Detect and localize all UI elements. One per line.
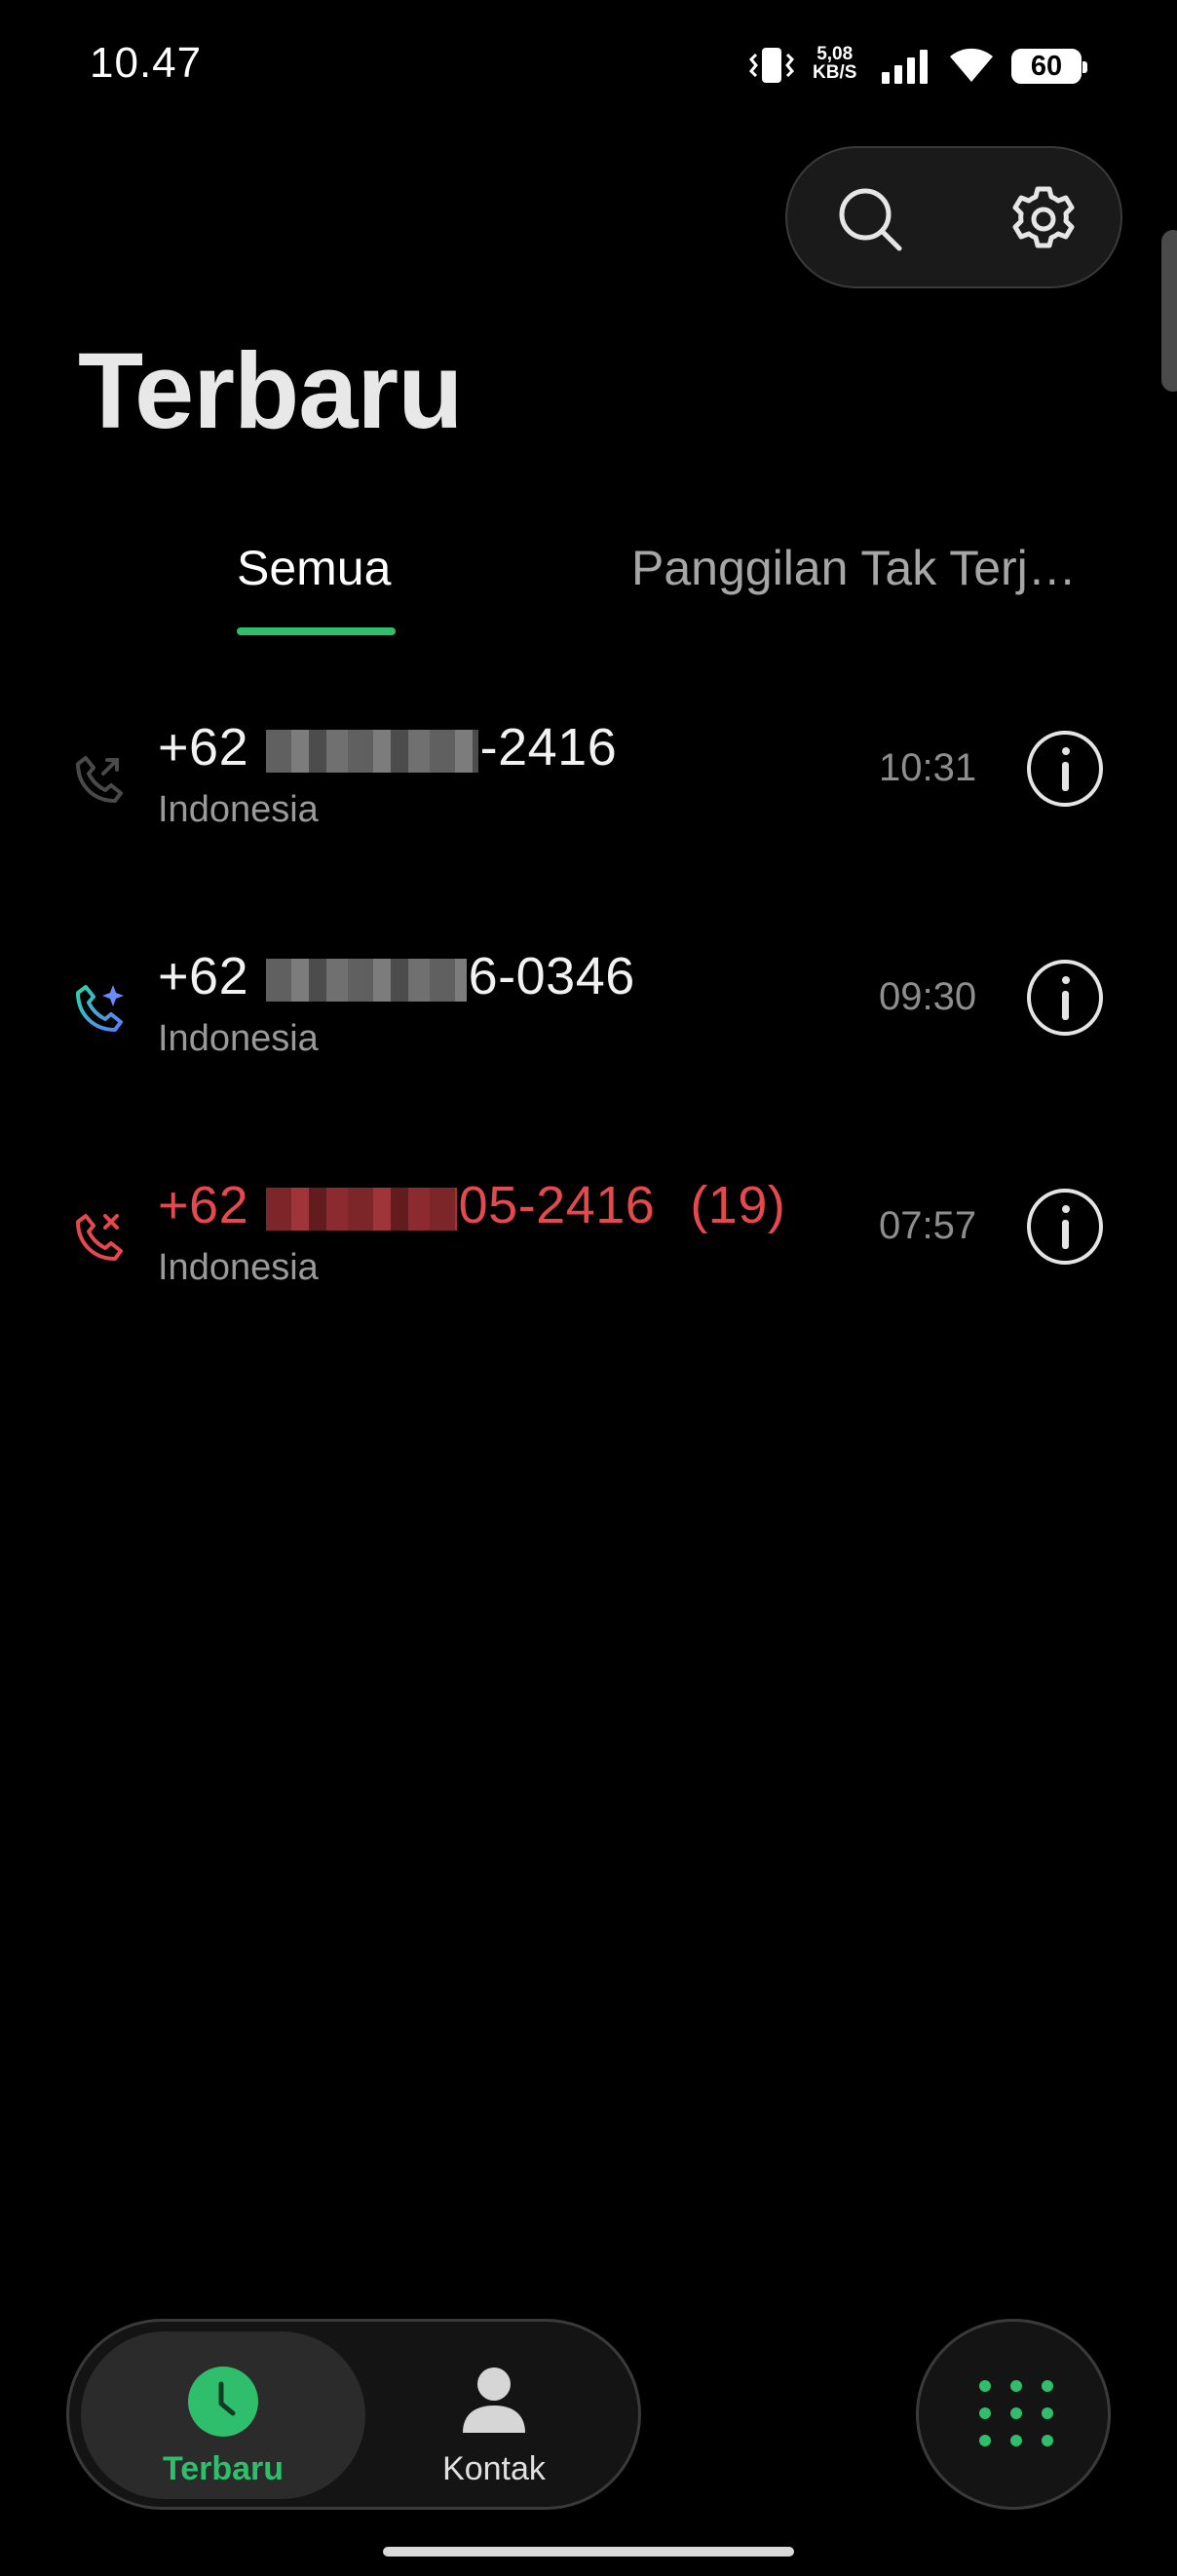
search-button[interactable] <box>826 175 914 263</box>
call-location: Indonesia <box>158 789 319 830</box>
call-location: Indonesia <box>158 1247 319 1288</box>
net-speed: 5,08 KB/S <box>813 44 857 83</box>
person-icon <box>463 2368 525 2433</box>
redacted-digits <box>265 958 467 1002</box>
call-time: 10:31 <box>879 746 977 789</box>
redacted-digits <box>265 1187 457 1231</box>
tab-missed-calls[interactable]: Panggilan Tak Terj… <box>631 540 1077 596</box>
tab-all[interactable]: Semua <box>237 540 391 596</box>
call-location: Indonesia <box>158 1018 319 1059</box>
info-icon <box>1062 976 1070 984</box>
settings-button[interactable] <box>1000 175 1087 263</box>
bottom-navigation: Terbaru Kontak <box>66 2319 641 2510</box>
status-bar: 10.47 5,08 KB/S 60 <box>0 0 1177 132</box>
redacted-digits <box>265 729 478 773</box>
call-time: 07:57 <box>879 1204 977 1247</box>
info-icon <box>1062 747 1070 755</box>
dialpad-button[interactable] <box>916 2319 1111 2510</box>
info-icon <box>1062 1205 1070 1213</box>
call-number: +62 -2416 <box>158 718 618 777</box>
nav-label: Terbaru <box>162 2450 285 2487</box>
dialpad-icon <box>979 2380 1053 2454</box>
battery-icon: 60 <box>1011 49 1087 84</box>
scroll-handle[interactable] <box>1161 230 1177 392</box>
call-info-button[interactable] <box>1027 731 1103 807</box>
call-info-button[interactable] <box>1027 1189 1103 1265</box>
call-info-button[interactable] <box>1027 960 1103 1036</box>
missed-call-icon <box>76 1214 123 1261</box>
active-tab-indicator <box>237 627 396 635</box>
incoming-call-icon <box>76 985 124 1032</box>
settings-icon <box>1012 186 1075 248</box>
call-log-row[interactable]: +62 05-2416 (19) Indonesia 07:57 <box>0 1169 1177 1364</box>
missed-count: (19) <box>690 1176 786 1234</box>
vibrate-icon <box>748 48 795 83</box>
nav-label: Kontak <box>442 2450 546 2487</box>
nav-item-recents[interactable]: Terbaru <box>81 2331 365 2499</box>
status-time: 10.47 <box>90 39 203 87</box>
signal-icon <box>882 50 928 84</box>
clock-icon <box>188 2367 258 2437</box>
call-number: +62 05-2416 (19) <box>158 1176 786 1234</box>
outgoing-call-icon <box>76 756 123 803</box>
page-title: Terbaru <box>78 331 463 451</box>
call-number: +62 6-0346 <box>158 947 635 1005</box>
call-log-row[interactable]: +62 6-0346 Indonesia 09:30 <box>0 940 1177 1135</box>
call-time: 09:30 <box>879 975 977 1018</box>
top-action-pill <box>785 146 1122 288</box>
search-icon <box>839 188 902 251</box>
nav-item-contacts[interactable]: Kontak <box>352 2331 636 2499</box>
wifi-icon <box>950 48 993 82</box>
home-indicator[interactable] <box>383 2547 794 2557</box>
call-log-row[interactable]: +62 -2416 Indonesia 10:31 <box>0 711 1177 906</box>
